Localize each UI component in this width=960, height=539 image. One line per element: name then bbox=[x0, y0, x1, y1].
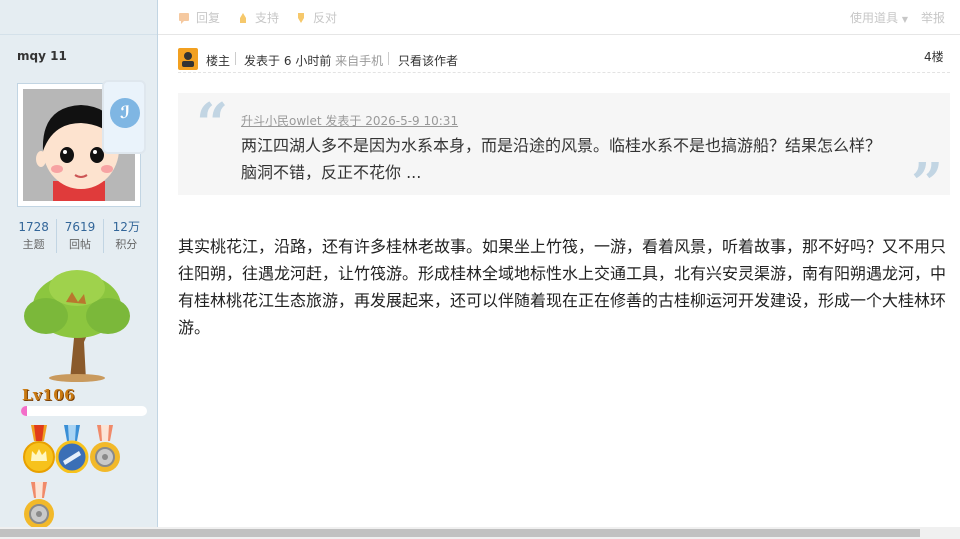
reply-icon bbox=[178, 12, 190, 24]
post-time-prefix: 发表于 bbox=[244, 54, 281, 68]
thumbs-up-icon bbox=[237, 12, 249, 24]
thumbs-down-icon bbox=[295, 12, 307, 24]
floor-number[interactable]: 4楼 bbox=[924, 48, 944, 65]
from-mobile-link[interactable]: 来自手机 bbox=[335, 54, 383, 68]
username-link[interactable]: mqy 11 bbox=[17, 49, 67, 63]
only-author-link[interactable]: 只看该作者 bbox=[398, 52, 458, 69]
stat-points-label: 积分 bbox=[115, 238, 138, 251]
quote-source-link[interactable]: 升斗小民owlet 发表于 2026-5-9 10:31 bbox=[241, 112, 458, 129]
mobile-app-icon: ℐ bbox=[110, 98, 140, 128]
post-time-unit: 小时前 bbox=[295, 54, 332, 68]
reply-button[interactable]: 回复 bbox=[178, 9, 220, 26]
post-time-count: 6 bbox=[283, 54, 292, 68]
level-tree-icon bbox=[20, 268, 134, 386]
quote-open-icon: “ bbox=[196, 91, 229, 157]
post-time: 发表于 6 小时前 来自手机 bbox=[244, 52, 383, 69]
horizontal-scrollbar[interactable] bbox=[0, 527, 960, 539]
chevron-down-icon: ▼ bbox=[901, 15, 908, 24]
oppose-label: 反对 bbox=[313, 11, 338, 25]
quote-text: 两江四湖人多不是因为水系本身，而是沿途的风景。临桂水系不是也搞游船？结果怎么样？… bbox=[241, 136, 882, 182]
stat-topics-label: 主题 bbox=[22, 238, 45, 251]
level-progress-bar bbox=[21, 406, 147, 416]
use-item-label: 使用道具 bbox=[850, 11, 899, 25]
sidebar-divider bbox=[0, 34, 157, 35]
reply-label: 回复 bbox=[196, 11, 221, 25]
medal-book-icon[interactable] bbox=[55, 425, 89, 474]
stat-replies-value: 7619 bbox=[64, 220, 96, 234]
oppose-button[interactable]: 反对 bbox=[295, 9, 337, 26]
author-online-icon bbox=[178, 48, 198, 70]
scrollbar-thumb[interactable] bbox=[0, 529, 920, 537]
meta-divider bbox=[235, 52, 236, 65]
user-sidebar: mqy 11 ℐ 1728 主题 7619 回帖 12万 积分 Lv106 bbox=[0, 0, 158, 530]
stat-points-value: 12万 bbox=[112, 220, 140, 234]
report-link[interactable]: 举报 bbox=[921, 9, 945, 26]
support-label: 支持 bbox=[255, 11, 280, 25]
user-stats: 1728 主题 7619 回帖 12万 积分 bbox=[11, 219, 149, 253]
medal-crown-icon[interactable] bbox=[22, 425, 56, 473]
stat-replies[interactable]: 7619 回帖 bbox=[57, 219, 104, 253]
stat-topics-value: 1728 bbox=[18, 220, 49, 234]
quote-close-icon: ” bbox=[911, 151, 944, 217]
stat-points[interactable]: 12万 积分 bbox=[104, 219, 149, 253]
medal-gear-2-icon[interactable] bbox=[22, 482, 56, 530]
post-action-bar: 回复 支持 反对 使用道具 ▼ 举报 bbox=[158, 0, 960, 35]
use-item-dropdown[interactable]: 使用道具 ▼ bbox=[850, 9, 908, 26]
author-role: 楼主 bbox=[206, 54, 231, 68]
user-level: Lv106 bbox=[22, 386, 76, 404]
stat-replies-label: 回帖 bbox=[68, 238, 91, 251]
post-meta-row: 楼主 发表于 6 小时前 来自手机 只看该作者 bbox=[178, 46, 950, 73]
meta-divider-2 bbox=[388, 52, 389, 65]
support-button[interactable]: 支持 bbox=[237, 9, 279, 26]
medal-gear-icon[interactable] bbox=[88, 425, 122, 473]
stat-topics[interactable]: 1728 主题 bbox=[11, 219, 58, 253]
sidebar-top-strip bbox=[0, 0, 157, 34]
mobile-client-badge[interactable]: ℐ bbox=[102, 80, 146, 154]
post-body: 其实桃花江，沿路，还有许多桂林老故事。如果坐上竹筏，一游，看着风景，听着故事，那… bbox=[178, 237, 947, 337]
level-progress-fill bbox=[21, 406, 28, 416]
quoted-reply: “ ” 升斗小民owlet 发表于 2026-5-9 10:31 两江四湖人多不… bbox=[178, 91, 950, 217]
